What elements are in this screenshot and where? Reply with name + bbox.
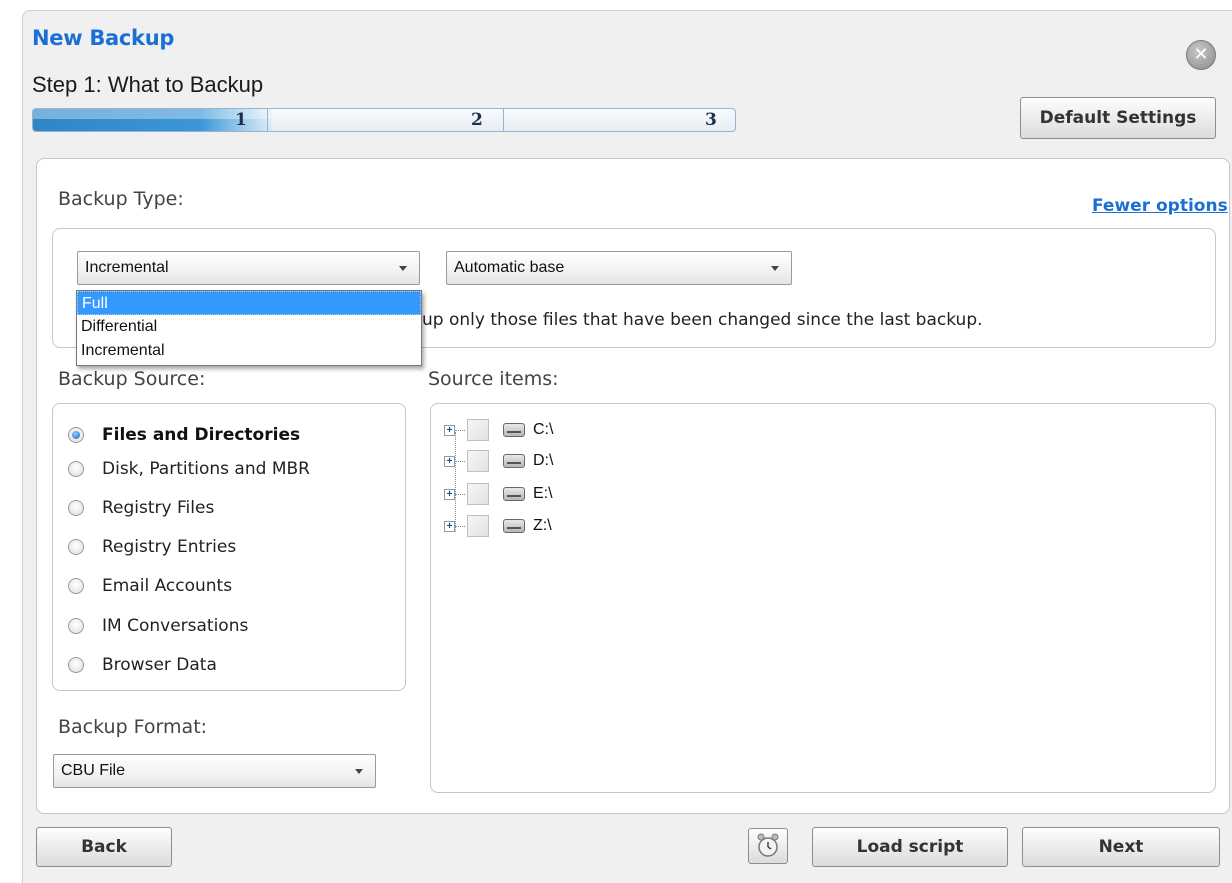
source-option-label: Browser Data (102, 655, 217, 675)
radio-icon[interactable] (68, 539, 84, 555)
next-button[interactable]: Next (1022, 827, 1220, 867)
tree-dots (455, 525, 465, 527)
back-button[interactable]: Back (36, 827, 172, 867)
backup-format-select-value: CBU File (61, 762, 126, 779)
checkbox[interactable] (467, 450, 489, 472)
tree-dots (455, 429, 465, 431)
expand-icon[interactable]: + (444, 424, 455, 436)
source-option-registry-entries[interactable]: Registry Entries (68, 535, 236, 559)
tree-item-drive-z[interactable]: + Z:\ (444, 514, 552, 538)
tree-item-drive-e[interactable]: + E:\ (444, 482, 553, 506)
step-progress-bar: 1 2 3 (32, 108, 736, 132)
chevron-down-icon (399, 266, 407, 271)
step-number-1: 1 (235, 110, 247, 130)
dropdown-option-full[interactable]: Full (77, 291, 421, 315)
step-number-2: 2 (471, 110, 483, 130)
source-option-label: Registry Entries (102, 537, 237, 557)
tree-item-drive-c[interactable]: + C:\ (444, 418, 553, 442)
source-option-registry-files[interactable]: Registry Files (68, 496, 214, 520)
chevron-down-icon (771, 266, 779, 271)
radio-selected-icon[interactable] (68, 427, 84, 443)
source-option-disk-partitions-mbr[interactable]: Disk, Partitions and MBR (68, 457, 310, 481)
source-option-browser-data[interactable]: Browser Data (68, 653, 217, 677)
backup-base-select-value: Automatic base (454, 259, 565, 276)
source-option-label: Disk, Partitions and MBR (102, 459, 310, 479)
backup-type-label: Backup Type: (58, 188, 184, 210)
backup-type-select-value: Incremental (85, 259, 169, 276)
backup-type-select[interactable]: Incremental (77, 251, 420, 285)
radio-icon[interactable] (68, 461, 84, 477)
tree-dots (455, 460, 465, 462)
alarm-clock-icon (757, 833, 779, 857)
expand-icon[interactable]: + (444, 455, 455, 467)
checkbox[interactable] (467, 515, 489, 537)
source-option-im-conversations[interactable]: IM Conversations (68, 614, 248, 638)
radio-icon[interactable] (68, 500, 84, 516)
chevron-down-icon (355, 769, 363, 774)
backup-type-dropdown-list: Full Differential Incremental (76, 290, 422, 366)
radio-icon[interactable] (68, 618, 84, 634)
window-title: New Backup (32, 26, 175, 50)
backup-format-label: Backup Format: (58, 716, 208, 738)
drive-label: E:\ (533, 485, 553, 502)
source-option-files-and-directories[interactable]: Files and Directories (68, 423, 300, 447)
step-title: Step 1: What to Backup (32, 72, 264, 97)
hard-drive-icon (503, 519, 525, 533)
schedule-button[interactable] (748, 828, 788, 864)
tree-dots (455, 493, 465, 495)
dropdown-option-incremental[interactable]: Incremental (77, 339, 421, 363)
fewer-options-link[interactable]: Fewer options (1092, 196, 1228, 216)
tree-item-drive-d[interactable]: + D:\ (444, 449, 553, 473)
source-option-email-accounts[interactable]: Email Accounts (68, 574, 232, 598)
checkbox[interactable] (467, 419, 489, 441)
backup-base-select[interactable]: Automatic base (446, 251, 792, 285)
radio-icon[interactable] (68, 578, 84, 594)
hard-drive-icon (503, 423, 525, 437)
source-option-label: Files and Directories (102, 425, 301, 445)
source-option-label: Registry Files (102, 498, 215, 518)
default-settings-button[interactable]: Default Settings (1020, 97, 1216, 139)
load-script-button[interactable]: Load script (812, 827, 1008, 867)
dropdown-option-differential[interactable]: Differential (77, 315, 421, 339)
drive-label: C:\ (533, 421, 554, 438)
backup-source-label: Backup Source: (58, 368, 206, 390)
step-divider (503, 109, 504, 131)
step-number-3: 3 (705, 110, 717, 130)
drive-label: Z:\ (533, 517, 552, 534)
source-option-label: IM Conversations (102, 616, 249, 636)
drive-label: D:\ (533, 452, 554, 469)
expand-icon[interactable]: + (444, 520, 455, 532)
step-divider (267, 109, 268, 131)
checkbox[interactable] (467, 483, 489, 505)
backup-type-description: up only those files that have been chang… (422, 310, 983, 330)
source-items-label: Source items: (428, 368, 559, 390)
hard-drive-icon (503, 487, 525, 501)
radio-icon[interactable] (68, 657, 84, 673)
source-option-label: Email Accounts (102, 576, 233, 596)
expand-icon[interactable]: + (444, 488, 455, 500)
backup-format-select[interactable]: CBU File (53, 754, 376, 788)
hard-drive-icon (503, 454, 525, 468)
close-icon[interactable]: ✕ (1186, 40, 1216, 70)
